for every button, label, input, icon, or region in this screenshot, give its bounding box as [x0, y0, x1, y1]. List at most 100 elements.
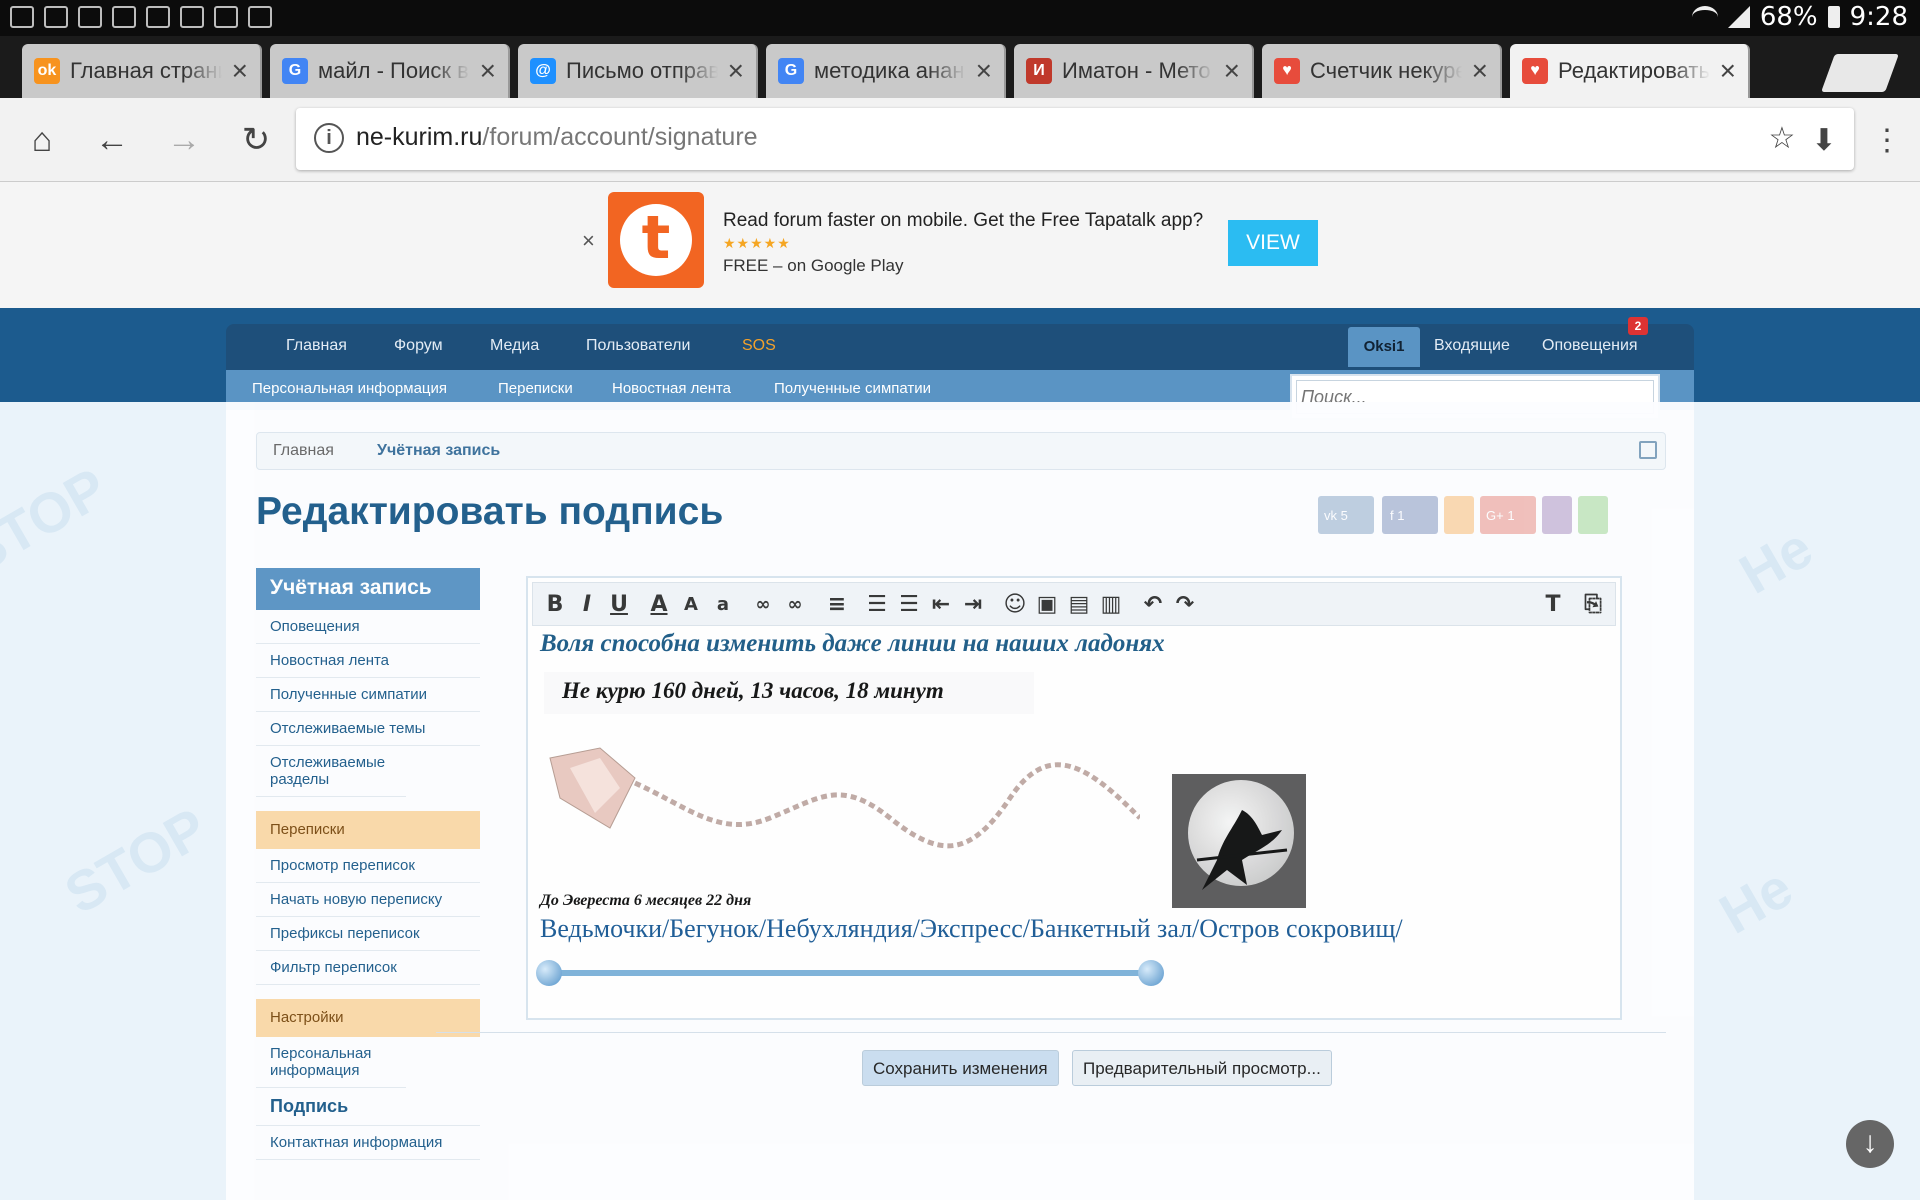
- close-tab-icon[interactable]: ×: [1472, 55, 1488, 87]
- browser-toolbar: ⌂ ← → ↻ i ne-kurim.ru/forum/account/sign…: [0, 98, 1920, 182]
- battery-percent: 68%: [1759, 2, 1818, 32]
- tab-title: майл - Поиск в: [318, 58, 469, 83]
- gplus-share-button[interactable]: G+ 1: [1480, 496, 1536, 534]
- close-tab-icon[interactable]: ×: [1224, 55, 1240, 87]
- number-list-icon[interactable]: ☰: [895, 591, 923, 619]
- bullet-list-icon[interactable]: ☰: [863, 591, 891, 619]
- tab-6[interactable]: ♥ Счетчик некуре ×: [1262, 44, 1502, 98]
- address-bar[interactable]: i ne-kurim.ru/forum/account/signature ☆: [296, 108, 1854, 170]
- nav-home[interactable]: Главная: [286, 337, 347, 355]
- subnav-conversations[interactable]: Переписки: [498, 380, 573, 397]
- remove-format-icon[interactable]: T: [1539, 591, 1567, 619]
- media-icon[interactable]: ▤: [1065, 591, 1093, 619]
- nav-forum[interactable]: Форум: [394, 337, 443, 355]
- sidebar-account-head[interactable]: Учётная запись: [256, 568, 480, 610]
- vk-share-button[interactable]: vk 5: [1318, 496, 1374, 534]
- nav-media[interactable]: Медиа: [490, 337, 539, 355]
- nav-users[interactable]: Пользователи: [586, 337, 690, 355]
- view-button[interactable]: VIEW: [1228, 220, 1318, 266]
- text-color-icon[interactable]: A: [645, 591, 673, 619]
- subnav-personal[interactable]: Персональная информация: [252, 380, 447, 397]
- url-text[interactable]: ne-kurim.ru/forum/account/signature: [356, 123, 758, 152]
- home-icon[interactable]: ⌂: [18, 116, 66, 164]
- external-link-icon[interactable]: [1639, 441, 1657, 459]
- save-changes-button[interactable]: Сохранить изменения: [862, 1050, 1059, 1086]
- tab-title: Главная страни: [70, 58, 222, 83]
- sidebar-item-personal-info[interactable]: Персональная информация: [256, 1037, 406, 1088]
- link-icon[interactable]: ∞: [749, 591, 777, 619]
- breadcrumb-account[interactable]: Учётная запись: [377, 442, 500, 460]
- close-tab-icon[interactable]: ×: [232, 55, 248, 87]
- rating-stars: ★★★★★: [723, 235, 791, 251]
- scroll-down-icon[interactable]: ↓: [1846, 1120, 1894, 1168]
- font-size-icon[interactable]: A: [677, 591, 705, 619]
- odnoklassniki-icon: ok: [34, 58, 60, 84]
- close-tab-icon[interactable]: ×: [480, 55, 496, 87]
- font-family-icon[interactable]: a: [709, 591, 737, 619]
- forward-icon[interactable]: →: [160, 116, 208, 164]
- italic-icon[interactable]: I: [573, 591, 601, 619]
- signature-links[interactable]: Ведьмочки/Бегунок/Небухляндия/Экспресс/Б…: [540, 914, 1403, 944]
- vk-icon: vk: [1324, 508, 1341, 523]
- bold-icon[interactable]: B: [541, 591, 569, 619]
- breadcrumb-home[interactable]: Главная: [273, 442, 334, 460]
- fb-count: 1: [1397, 508, 1405, 523]
- sidebar-item-new-conversation[interactable]: Начать новую переписку: [256, 883, 480, 917]
- sidebar-conversations-head[interactable]: Переписки: [256, 811, 480, 849]
- close-tab-icon[interactable]: ×: [728, 55, 744, 87]
- sidebar-item-signature[interactable]: Подпись: [256, 1088, 480, 1126]
- sidebar-item-newsfeed[interactable]: Новостная лента: [256, 644, 480, 678]
- insert-icon[interactable]: ▥: [1097, 591, 1125, 619]
- menu-icon[interactable]: ⋮: [1862, 116, 1912, 164]
- tab-4[interactable]: Gметодика анань ×: [766, 44, 1006, 98]
- alerts-badge: 2: [1628, 317, 1648, 335]
- reload-icon[interactable]: ↻: [232, 116, 280, 164]
- tab-3[interactable]: @ Письмо отправ ×: [518, 44, 758, 98]
- nav-sos[interactable]: SOS: [742, 337, 776, 355]
- sidebar-item-view-conversations[interactable]: Просмотр переписок: [256, 849, 480, 883]
- undo-icon[interactable]: ↶: [1139, 591, 1167, 619]
- tab-1[interactable]: ok Главная страни ×: [22, 44, 262, 98]
- whatsapp-share-button[interactable]: [1578, 496, 1608, 534]
- outdent-icon[interactable]: ⇤: [927, 591, 955, 619]
- banner-close-icon[interactable]: ×: [582, 228, 595, 254]
- back-icon[interactable]: ←: [88, 116, 136, 164]
- nav-account[interactable]: Oksi1: [1348, 327, 1420, 367]
- tab-7[interactable]: ♥ Редактировать ×: [1510, 44, 1750, 98]
- odnoklassniki-share-button[interactable]: [1444, 496, 1474, 534]
- sidebar-item-contact-info[interactable]: Контактная информация: [256, 1126, 480, 1160]
- sidebar-item-watched-threads[interactable]: Отслеживаемые темы: [256, 712, 480, 746]
- indent-icon[interactable]: ⇥: [959, 591, 987, 619]
- status-bar: 68% 9:28: [0, 0, 1920, 36]
- tab-strip: ok Главная страни × Gмайл - Поиск в × @ Письмо…: [0, 36, 1920, 98]
- unlink-icon[interactable]: ∞: [781, 591, 809, 619]
- info-icon[interactable]: i: [314, 123, 344, 153]
- toggle-bbcode-icon[interactable]: ⎘: [1579, 591, 1607, 619]
- sidebar-item-conversation-filter[interactable]: Фильтр переписок: [256, 951, 480, 985]
- signature-quote: Воля способна изменить даже линии на наш…: [540, 630, 1165, 657]
- sidebar-item-watched-forums[interactable]: Отслеживаемые разделы: [256, 746, 406, 797]
- smilie-icon[interactable]: ☺: [1001, 591, 1029, 619]
- viber-share-button[interactable]: [1542, 496, 1572, 534]
- subnav-likes[interactable]: Полученные симпатии: [774, 380, 931, 397]
- nav-alerts[interactable]: Оповещения: [1542, 337, 1638, 355]
- close-tab-icon[interactable]: ×: [1720, 55, 1736, 87]
- subnav-newsfeed[interactable]: Новостная лента: [612, 380, 731, 397]
- nav-inbox[interactable]: Входящие: [1434, 337, 1510, 355]
- sidebar-item-likes[interactable]: Полученные симпатии: [256, 678, 480, 712]
- image-icon[interactable]: ▣: [1033, 591, 1061, 619]
- underline-icon[interactable]: U: [605, 591, 633, 619]
- redo-icon[interactable]: ↷: [1171, 591, 1199, 619]
- preview-button[interactable]: Предварительный просмотр...: [1072, 1050, 1332, 1086]
- bookmark-star-icon[interactable]: ☆: [1758, 114, 1806, 162]
- sidebar-item-conversation-prefixes[interactable]: Префиксы переписок: [256, 917, 480, 951]
- align-icon[interactable]: ≡: [823, 591, 851, 619]
- facebook-share-button[interactable]: f 1: [1382, 496, 1438, 534]
- new-tab-button[interactable]: [1821, 54, 1899, 92]
- close-tab-icon[interactable]: ×: [976, 55, 992, 87]
- tab-5[interactable]: И Иматон - Мето ×: [1014, 44, 1254, 98]
- tab-2[interactable]: Gмайл - Поиск в ×: [270, 44, 510, 98]
- download-icon[interactable]: ⬇: [1800, 116, 1848, 164]
- signature-editor[interactable]: B I U A A a ∞ ∞ ≡ ☰ ☰ ⇤ ⇥ ☺ ▣ ▤ ▥ ↶ ↷ T: [526, 576, 1622, 1020]
- sidebar-item-alerts[interactable]: Оповещения: [256, 610, 480, 644]
